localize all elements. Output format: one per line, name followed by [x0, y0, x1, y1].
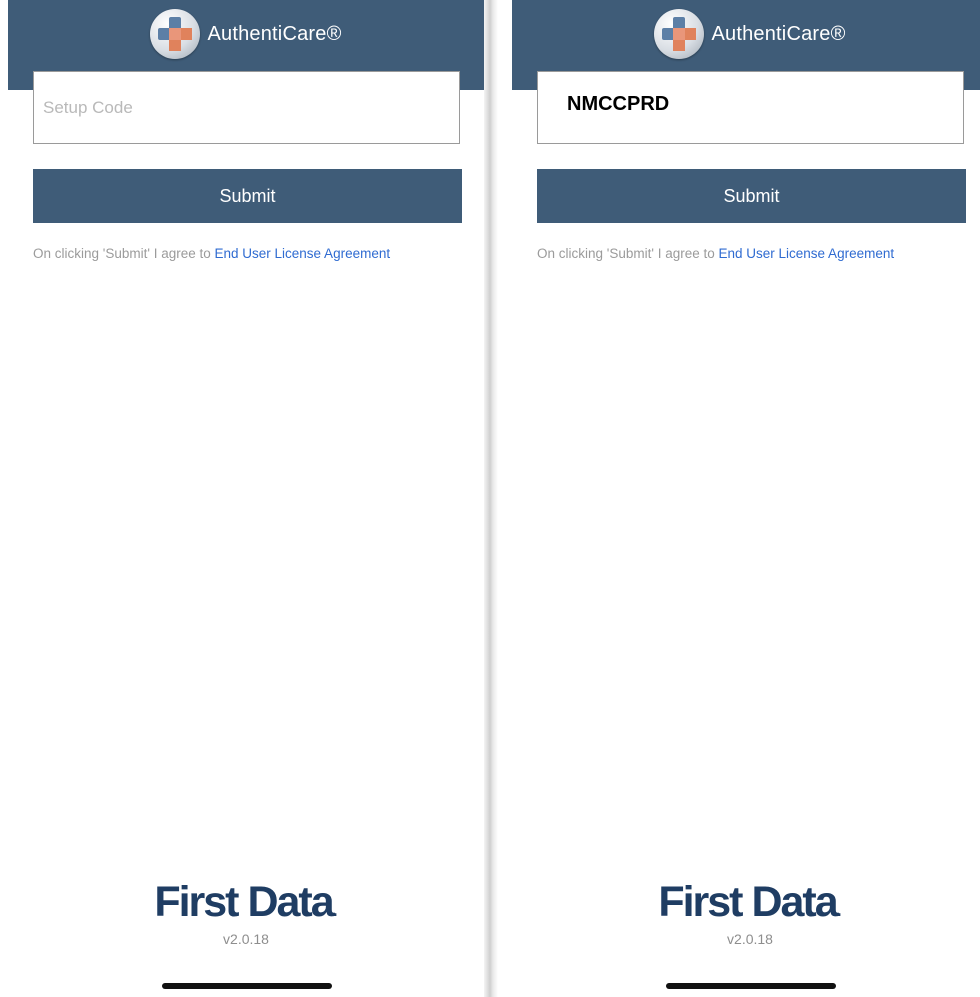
agreement-text: On clicking 'Submit' I agree to End User… — [537, 246, 977, 261]
agreement-prefix: On clicking 'Submit' I agree to — [537, 246, 719, 261]
brand-name: AuthentiCare® — [711, 22, 846, 45]
eula-link[interactable]: End User License Agreement — [215, 246, 391, 261]
app-version: v2.0.18 — [223, 931, 269, 947]
setup-code-input[interactable] — [33, 71, 460, 144]
agreement-text: On clicking 'Submit' I agree to End User… — [33, 246, 473, 261]
brand: AuthentiCare® — [8, 9, 484, 59]
first-data-logo: First Data. — [8, 878, 484, 927]
medical-cross-logo-icon — [150, 9, 201, 59]
first-data-logo: First Data. — [512, 878, 980, 927]
first-data-logo-text: First Data — [658, 878, 838, 926]
brand-name: AuthentiCare® — [207, 22, 342, 45]
medical-cross-logo-icon — [654, 9, 705, 59]
submit-button[interactable]: Submit — [33, 169, 462, 223]
setup-screen-filled: AuthentiCare® Submit On clicking 'Submit… — [512, 0, 980, 997]
setup-screen-empty: AuthentiCare® Submit On clicking 'Submit… — [8, 0, 484, 997]
brand: AuthentiCare® — [512, 9, 980, 59]
app-version: v2.0.18 — [727, 931, 773, 947]
first-data-logo-mark: . — [332, 900, 338, 920]
agreement-prefix: On clicking 'Submit' I agree to — [33, 246, 215, 261]
screen-divider — [484, 0, 512, 997]
eula-link[interactable]: End User License Agreement — [719, 246, 895, 261]
first-data-logo-text: First Data — [154, 878, 334, 926]
home-indicator[interactable] — [162, 983, 332, 989]
setup-code-input[interactable] — [537, 71, 964, 144]
home-indicator[interactable] — [666, 983, 836, 989]
submit-button[interactable]: Submit — [537, 169, 966, 223]
first-data-logo-mark: . — [836, 900, 842, 920]
